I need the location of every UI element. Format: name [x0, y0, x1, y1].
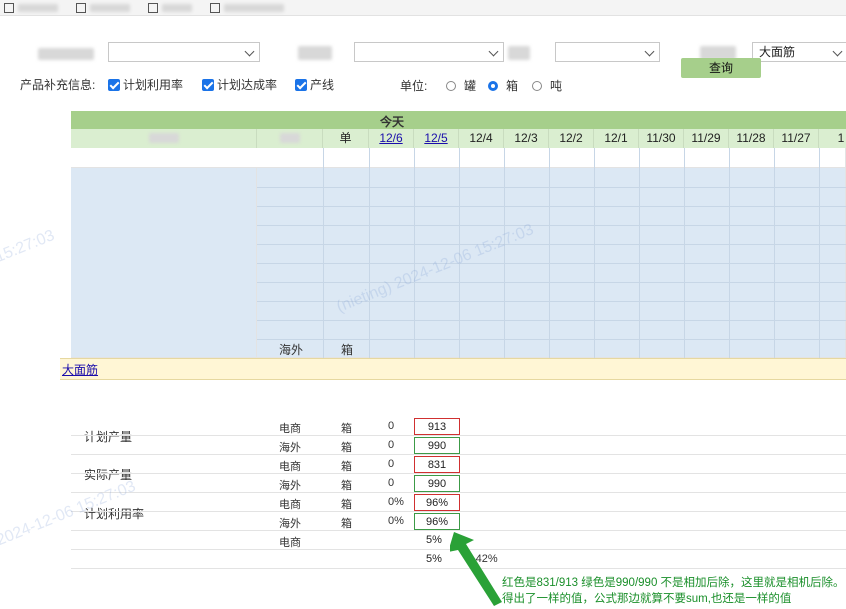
radio-unit-ton[interactable]: 吨 [532, 77, 562, 94]
filter-label-3 [508, 46, 530, 60]
watermark: 15:27:03 [0, 226, 58, 267]
row-today: 0% [388, 496, 404, 508]
row-unit: 箱 [341, 442, 352, 454]
group-link-damianjin[interactable]: 大面筋 [62, 361, 98, 378]
value-plain-cell: 5% [414, 551, 454, 568]
row-line: 电商 [279, 537, 301, 549]
header-date: 1 [819, 129, 846, 148]
radio-icon [446, 80, 456, 91]
toolbar [0, 0, 846, 16]
header-date: 11/28 [729, 129, 774, 148]
row-unit: 箱 [341, 518, 352, 530]
radio-selected-icon [488, 80, 498, 91]
date-label-4: 12/2 [559, 131, 583, 145]
date-label-2: 12/4 [469, 131, 493, 145]
query-button[interactable]: 查询 [681, 58, 761, 78]
row-today: 0 [388, 458, 395, 470]
header-date: 11/27 [774, 129, 819, 148]
filter-select-2[interactable] [354, 42, 504, 62]
value-green-cell: 990 [414, 437, 460, 454]
toolbar-print[interactable] [148, 2, 192, 13]
chevron-down-icon [832, 46, 843, 57]
value-red-cell: 913 [414, 418, 460, 435]
checkbox-checked-icon [202, 78, 214, 91]
row-line: 海外 [279, 442, 301, 454]
upper-unit-box: 箱 [341, 343, 354, 357]
header-date: 12/3 [504, 129, 549, 148]
group-band: 大面筋 [60, 358, 846, 380]
print-icon [148, 2, 158, 13]
row-unit: 箱 [341, 480, 352, 492]
radio-unit-can[interactable]: 罐 [446, 77, 476, 94]
header-product [71, 129, 257, 148]
row-today: 0 [388, 477, 395, 489]
today-header: 今天 [380, 115, 405, 129]
row-line: 电商 [279, 461, 301, 473]
date-link-0[interactable]: 12/6 [379, 131, 402, 145]
row-line: 海外 [279, 518, 301, 530]
date-label-7: 11/29 [691, 131, 721, 145]
chevron-down-icon [644, 46, 655, 57]
row-unit: 箱 [341, 423, 352, 435]
value-red-cell: 831 [414, 456, 460, 473]
row-today: 0 [388, 439, 395, 451]
checkbox-line[interactable]: 产线 [295, 76, 334, 93]
chevron-down-icon [488, 46, 499, 57]
header-date: 12/2 [549, 129, 594, 148]
radio-icon [532, 80, 542, 91]
row-unit: 箱 [341, 499, 352, 511]
value-plain-cell: 5% [414, 532, 454, 549]
annotation-note: 红色是831/913 绿色是990/990 不是相加后除，这里就是相机后除。得出… [502, 577, 845, 605]
date-label-10: 1 [837, 131, 845, 145]
filter-select-1[interactable] [108, 42, 260, 62]
filter-label-2 [298, 46, 332, 60]
header-date: 11/30 [639, 129, 684, 148]
header-date: 12/4 [459, 129, 504, 148]
date-label-9: 11/27 [781, 131, 811, 145]
date-label-3: 12/3 [514, 131, 538, 145]
date-label-8: 11/28 [736, 131, 766, 145]
row-today: 0% [388, 515, 404, 527]
header-top-band [71, 111, 846, 129]
filter-label-1 [38, 48, 94, 60]
product-select[interactable]: 大面筋 [752, 42, 846, 62]
checkbox-checked-icon [295, 78, 307, 91]
checkbox-plan-utilization[interactable]: 计划利用率 [108, 76, 183, 93]
toolbar-export[interactable] [210, 2, 284, 13]
chevron-down-icon [244, 46, 255, 57]
row-unit: 箱 [341, 461, 352, 473]
header-date: 12/1 [594, 129, 639, 148]
radio-unit-box[interactable]: 箱 [488, 77, 518, 94]
date-label-6: 11/30 [646, 131, 676, 145]
row-line: 电商 [279, 499, 301, 511]
filter-select-3[interactable] [555, 42, 660, 62]
toolbar-print-preview[interactable] [76, 2, 130, 13]
page-icon [4, 2, 14, 13]
header-date: 12/6 [369, 129, 414, 148]
value-green-cell: 990 [414, 475, 460, 492]
supplement-label: 产品补充信息: [20, 78, 96, 92]
checkbox-plan-achievement[interactable]: 计划达成率 [202, 76, 277, 93]
header-unit: 单 [323, 129, 369, 148]
preview-icon [76, 2, 86, 13]
table-row-labels [71, 168, 257, 358]
arrow-icon [450, 532, 502, 606]
row-line: 海外 [279, 480, 301, 492]
header-date: 11/29 [684, 129, 729, 148]
upper-line-overseas: 海外 [279, 343, 304, 357]
row-line: 电商 [279, 423, 301, 435]
value-red-cell: 96% [414, 494, 460, 511]
date-label-5: 12/1 [604, 131, 628, 145]
checkbox-checked-icon [108, 78, 120, 91]
row-today: 0 [388, 420, 395, 432]
unit-label: 单位: [400, 79, 428, 93]
header-line [257, 129, 323, 148]
date-link-1[interactable]: 12/5 [424, 131, 447, 145]
header-date: 12/5 [414, 129, 459, 148]
toolbar-page-setup[interactable] [4, 2, 58, 13]
export-icon [210, 2, 220, 13]
value-green-cell: 96% [414, 513, 460, 530]
